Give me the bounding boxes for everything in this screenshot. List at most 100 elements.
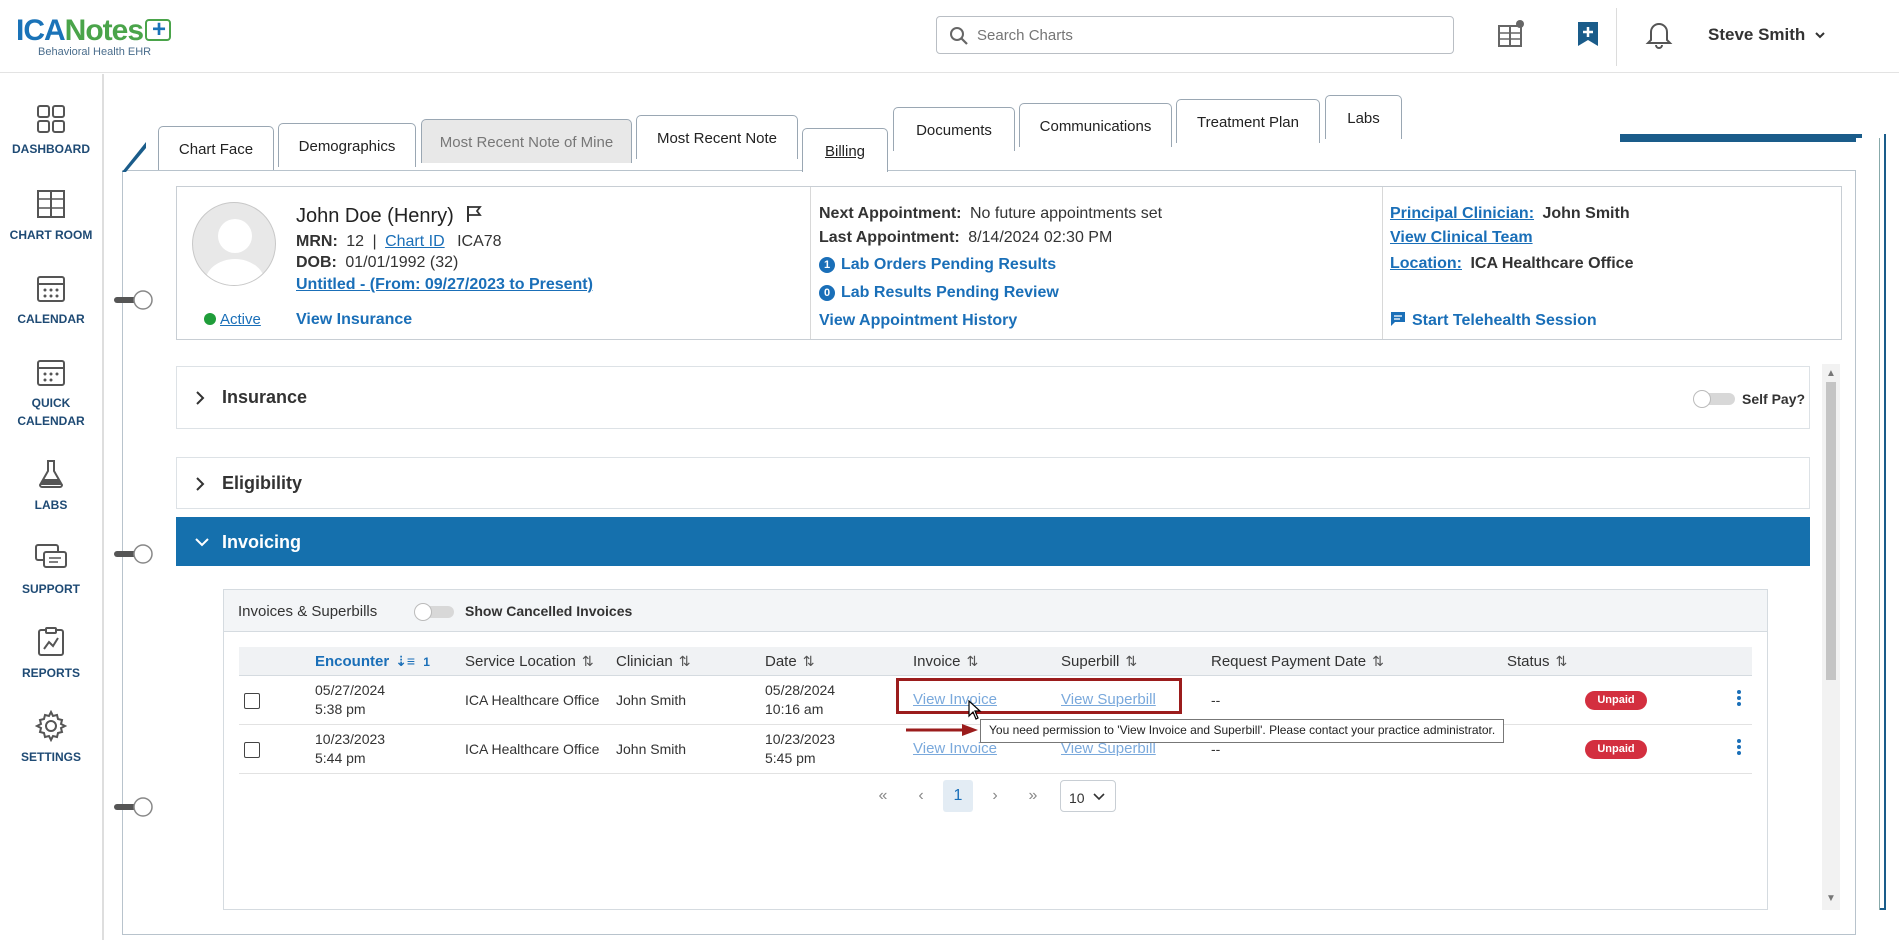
scrollbar-thumb[interactable] [1826, 382, 1836, 680]
add-bookmark-icon[interactable] [1572, 18, 1604, 50]
column-divider [1382, 187, 1383, 339]
service-location-cell: ICA Healthcare Office [465, 741, 600, 757]
encounter-time: 5:44 pm [315, 750, 366, 766]
request-payment-date-cell: -- [1211, 692, 1221, 708]
lab-results-count-badge: 0 [819, 285, 835, 301]
nav-quick-calendar-label: QUICK CALENDAR [0, 394, 102, 430]
tab-labs[interactable]: Labs [1325, 95, 1402, 139]
logo-plus-icon [145, 15, 172, 45]
col-encounter[interactable]: Encounter ⇣≡ 1 [315, 653, 430, 670]
search-box[interactable] [936, 16, 1454, 54]
tab-communications[interactable]: Communications [1019, 103, 1172, 147]
sort-icon: ⇅ [802, 653, 815, 669]
col-status[interactable]: Status ⇅ [1507, 653, 1567, 670]
sort-index: 1 [423, 655, 430, 669]
invoicing-title: Invoicing [222, 532, 302, 552]
show-cancelled-toggle[interactable] [414, 603, 454, 621]
search-input[interactable] [977, 25, 1437, 45]
user-menu[interactable]: Steve Smith [1708, 25, 1826, 45]
first-page-button[interactable]: « [868, 780, 898, 812]
col-date[interactable]: Date ⇅ [765, 653, 814, 670]
col-superbill[interactable]: Superbill ⇅ [1061, 653, 1137, 670]
col-service-location-label: Service Location [465, 653, 576, 670]
flag-icon[interactable] [465, 205, 483, 223]
dob-value: 01/01/1992 (32) [345, 254, 459, 271]
status-label[interactable]: Active [220, 311, 261, 328]
scroll-down-arrow[interactable]: ▼ [1826, 893, 1836, 904]
row-checkbox[interactable] [244, 742, 260, 758]
self-pay-toggle[interactable] [1693, 390, 1735, 408]
col-service-location[interactable]: Service Location ⇅ [465, 653, 594, 670]
view-appointment-history-link[interactable]: View Appointment History [819, 312, 1017, 329]
nav-labs[interactable]: LABS [0, 458, 102, 514]
nav-support-label: SUPPORT [21, 582, 80, 596]
principal-clinician-value: John Smith [1542, 205, 1630, 222]
search-icon [950, 27, 968, 45]
scroll-up-arrow[interactable]: ▲ [1826, 368, 1836, 379]
tab-chart-face[interactable]: Chart Face [158, 126, 274, 170]
lab-results-pending[interactable]: 0 Lab Results Pending Review [819, 284, 1059, 302]
next-appointment: Next Appointment: No future appointments… [819, 205, 1162, 223]
col-encounter-label: Encounter [315, 653, 390, 670]
chart-room-alert-icon[interactable] [1494, 18, 1526, 50]
invoices-panel-header: Invoices & Superbills Show Cancelled Inv… [224, 590, 1767, 632]
nav-dashboard[interactable]: DASHBOARD [0, 104, 102, 158]
lab-results-link[interactable]: Lab Results Pending Review [841, 284, 1059, 301]
nav-support[interactable]: SUPPORT [0, 542, 102, 598]
col-superbill-label: Superbill [1061, 653, 1120, 670]
appointment-history: View Appointment History [819, 312, 1017, 330]
insurance-section[interactable]: Insurance Self Pay? [176, 366, 1810, 429]
tab-billing[interactable]: Billing [802, 128, 888, 172]
current-page-button[interactable]: 1 [943, 780, 973, 812]
row-more-menu-icon[interactable] [1737, 690, 1741, 708]
nav-quick-calendar-line2: CALENDAR [17, 414, 85, 428]
nav-calendar[interactable]: CALENDAR [0, 272, 102, 328]
col-clinician[interactable]: Clinician ⇅ [616, 653, 690, 670]
eligibility-title: Eligibility [222, 473, 303, 493]
tab-labs-label: Labs [1347, 110, 1380, 127]
last-page-button[interactable]: » [1018, 780, 1048, 812]
prev-page-button[interactable]: ‹ [906, 780, 936, 812]
start-telehealth-link[interactable]: Start Telehealth Session [1412, 312, 1597, 329]
chevron-down-icon [1815, 32, 1825, 39]
chart-id-label[interactable]: Chart ID [385, 233, 445, 250]
page-size-select[interactable]: 10 [1060, 780, 1116, 812]
bell-icon[interactable] [1643, 18, 1675, 50]
nav-chart-room[interactable]: CHART ROOM [0, 188, 102, 244]
nav-quick-calendar[interactable]: QUICK CALENDAR [0, 356, 102, 430]
tab-most-recent-note[interactable]: Most Recent Note [636, 115, 798, 159]
episode-row: Untitled - (From: 09/27/2023 to Present) [296, 276, 593, 294]
next-page-button[interactable]: › [980, 780, 1010, 812]
mouse-cursor-icon [968, 700, 982, 720]
lab-orders-link[interactable]: Lab Orders Pending Results [841, 256, 1056, 273]
principal-clinician-label[interactable]: Principal Clinician: [1390, 205, 1534, 222]
view-clinical-team-link[interactable]: View Clinical Team [1390, 229, 1533, 246]
tab-demographics[interactable]: Demographics [278, 123, 416, 167]
next-appt-value: No future appointments set [969, 205, 1163, 222]
col-invoice[interactable]: Invoice ⇅ [913, 653, 978, 670]
view-insurance-row: View Insurance [296, 311, 412, 329]
row-more-menu-icon[interactable] [1737, 739, 1741, 757]
location-label[interactable]: Location: [1390, 255, 1462, 272]
nav-settings[interactable]: SETTINGS [0, 710, 102, 766]
tab-treatment-plan[interactable]: Treatment Plan [1176, 99, 1320, 143]
tab-communications-label: Communications [1039, 118, 1152, 135]
view-insurance-link[interactable]: View Insurance [296, 311, 412, 328]
row-checkbox[interactable] [244, 693, 260, 709]
ica-notes-logo[interactable]: ICANotes Behavioral Health EHR [16, 15, 172, 58]
binder-corner [122, 142, 146, 172]
nav-reports[interactable]: REPORTS [0, 626, 102, 682]
tab-documents-label: Documents [916, 122, 992, 139]
lab-orders-pending[interactable]: 1 Lab Orders Pending Results [819, 256, 1056, 274]
episode-link[interactable]: Untitled - (From: 09/27/2023 to Present) [296, 276, 593, 293]
telehealth-session[interactable]: Start Telehealth Session [1390, 311, 1597, 330]
status-active: Active [204, 311, 261, 328]
tab-documents[interactable]: Documents [893, 107, 1015, 151]
col-invoice-label: Invoice [913, 653, 961, 670]
eligibility-section[interactable]: Eligibility [176, 457, 1810, 509]
invoicing-section[interactable]: Invoicing [176, 517, 1810, 566]
col-request-payment-date[interactable]: Request Payment Date ⇅ [1211, 653, 1384, 670]
chart-id-value: ICA78 [457, 233, 502, 250]
arrow-right-icon [906, 724, 978, 736]
row-time: 10:16 am [765, 701, 824, 717]
